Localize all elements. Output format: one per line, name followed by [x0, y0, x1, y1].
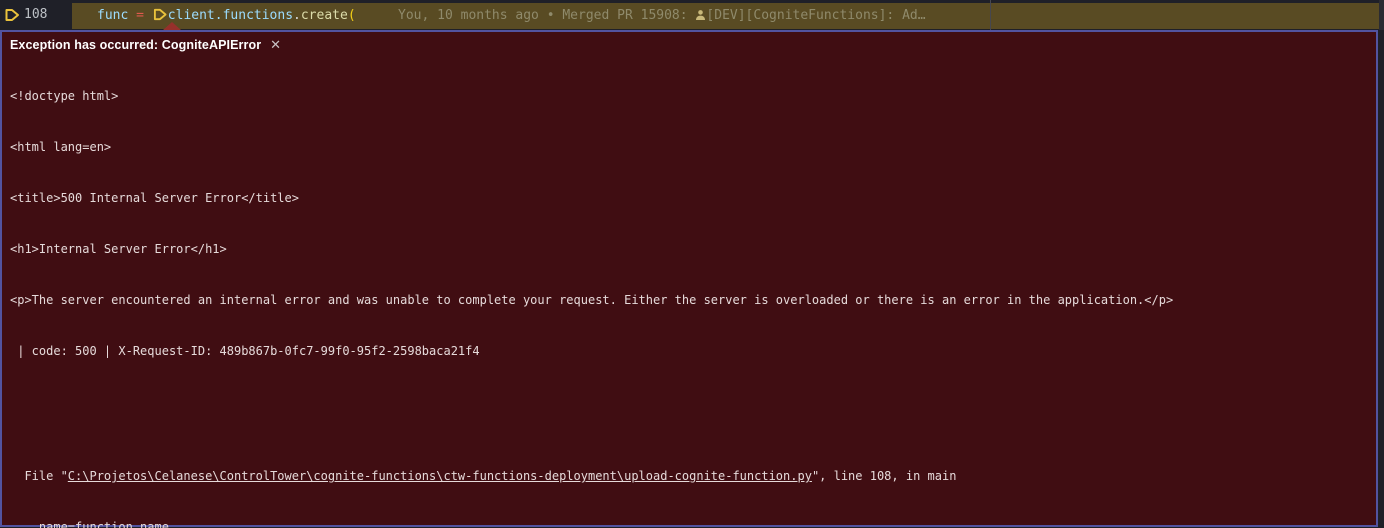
- editor-top-strip: 108 func = client.functions.create( You,…: [0, 0, 1384, 30]
- inline-execution-pointer-icon: [153, 8, 167, 21]
- blame-commit-message: [DEV][CogniteFunctions]: Ad…: [706, 8, 926, 23]
- debug-current-line-icon[interactable]: [4, 8, 20, 22]
- blame-age-text: You, 10 months ago • Merged PR 15908:: [398, 8, 696, 23]
- git-blame-annotation[interactable]: You, 10 months ago • Merged PR 15908: [D…: [398, 3, 926, 29]
- code-token-dot: .: [293, 8, 301, 23]
- code-token-variable: func: [97, 8, 129, 23]
- editor-ruler: [990, 0, 991, 30]
- error-html-line: <p>The server encountered an internal er…: [10, 293, 1174, 307]
- error-html-line: <html lang=en>: [10, 140, 112, 154]
- exception-title: Exception has occurred: CogniteAPIError: [10, 38, 262, 52]
- pr-author-icon: [696, 10, 706, 20]
- file-path-link[interactable]: C:\Projetos\Celanese\ControlTower\cognit…: [68, 469, 812, 483]
- editor-scrollbar[interactable]: [1379, 0, 1384, 30]
- error-html-line: <!doctype html>: [10, 89, 119, 103]
- traceback-code-line: name=function_name,: [10, 520, 177, 528]
- exception-header: Exception has occurred: CogniteAPIError …: [2, 32, 1376, 54]
- code-token-paren: (: [347, 8, 356, 23]
- editor-code-line[interactable]: func = client.functions.create(: [97, 3, 356, 29]
- code-token-operator: =: [128, 8, 152, 23]
- traceback-file-suffix: ", line 108, in main: [811, 469, 957, 483]
- error-code-line: | code: 500 | X-Request-ID: 489b867b-0fc…: [10, 344, 480, 358]
- code-token-object: client.functions: [167, 8, 294, 23]
- line-number: 108: [24, 7, 48, 22]
- editor-highlighted-line[interactable]: func = client.functions.create( You, 10 …: [72, 3, 1379, 29]
- exception-body: <!doctype html> <html lang=en> <title>50…: [2, 54, 1376, 528]
- exception-widget: Exception has occurred: CogniteAPIError …: [0, 30, 1378, 528]
- error-html-line: <title>500 Internal Server Error</title>: [10, 191, 299, 205]
- traceback-file-line: File "C:\Projetos\Celanese\ControlTower\…: [10, 468, 1376, 485]
- close-icon[interactable]: ✕: [270, 38, 281, 53]
- traceback-file-prefix: File ": [10, 469, 68, 483]
- code-token-method: create: [300, 8, 348, 23]
- exception-pointer-icon: [163, 22, 181, 30]
- error-html-line: <h1>Internal Server Error</h1>: [10, 242, 227, 256]
